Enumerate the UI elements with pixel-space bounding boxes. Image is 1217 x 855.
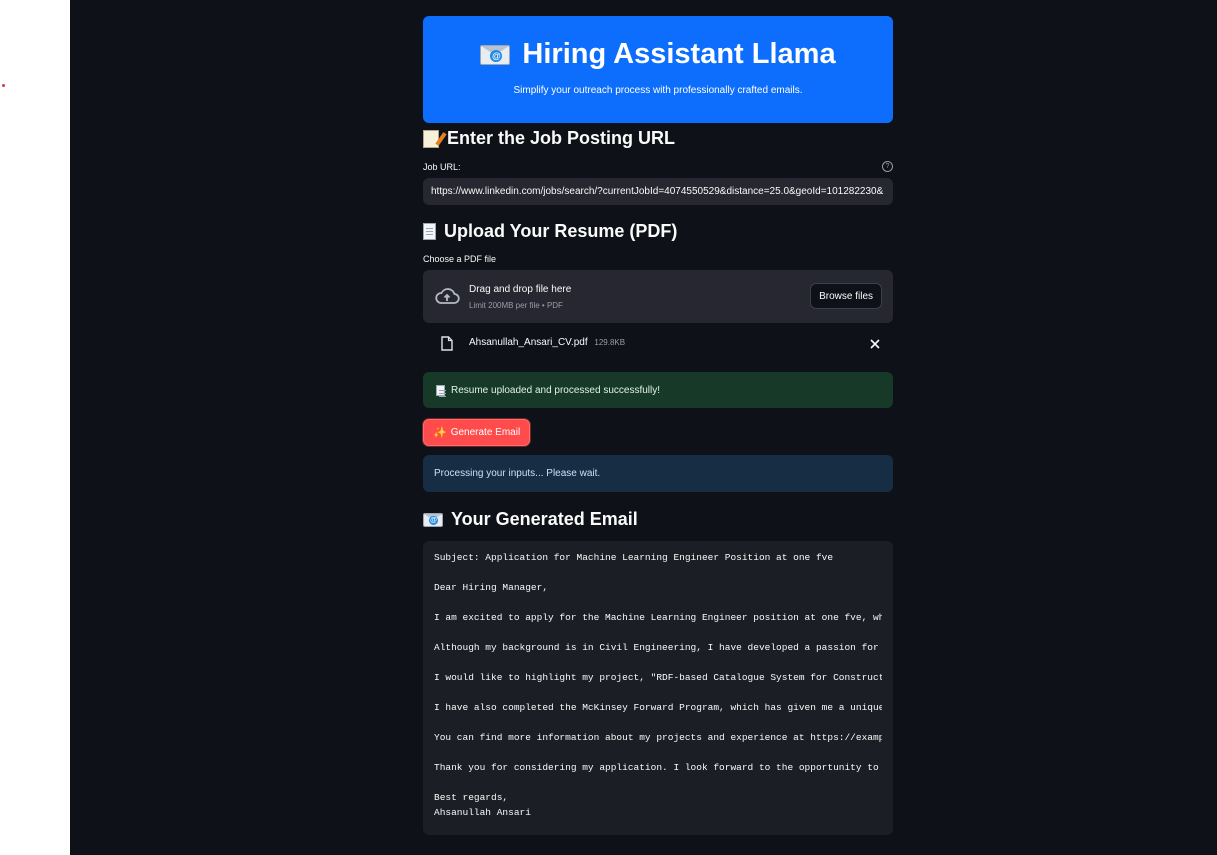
page-icon — [423, 223, 436, 240]
email-line — [434, 565, 882, 580]
email-line: Subject: Application for Machine Learnin… — [434, 552, 834, 563]
email-line: Although my background is in Civil Engin… — [434, 642, 882, 653]
email-line — [434, 625, 882, 640]
uploaded-file-row: Ahsanullah_Ansari_CV.pdf 129.8KB — [423, 323, 893, 363]
email-line: I am excited to apply for the Machine Le… — [434, 612, 882, 623]
email-line: Thank you for considering my application… — [434, 762, 882, 773]
resume-heading: Upload Your Resume (PDF) — [423, 221, 893, 242]
main-column: @ Hiring Assistant Llama Simplify your o… — [423, 16, 893, 835]
email-line: I have also completed the McKinsey Forwa… — [434, 702, 882, 713]
file-icon — [441, 336, 453, 351]
email-heading-text: Your Generated Email — [451, 509, 638, 529]
job-url-input[interactable]: https://www.linkedin.com/jobs/search/?cu… — [423, 178, 893, 205]
dropzone-title: Drag and drop file here — [469, 284, 572, 295]
uploaded-file-name: Ahsanullah_Ansari_CV.pdf — [469, 337, 588, 348]
email-line — [434, 655, 882, 670]
left-margin — [0, 0, 70, 855]
generate-email-button[interactable]: ✨ Generate Email — [423, 419, 531, 446]
info-message: Processing your inputs... Please wait. — [434, 468, 601, 479]
uploaded-file-size: 129.8KB — [594, 338, 626, 347]
email-line: Dear Hiring Manager, — [434, 582, 549, 593]
email-line — [434, 595, 882, 610]
success-message: Resume uploaded and processed successful… — [451, 384, 661, 396]
browse-files-button[interactable]: Browse files — [810, 283, 882, 309]
page-title-text: Hiring Assistant Llama — [522, 38, 836, 70]
envelope-icon: @ — [423, 512, 443, 527]
header-banner: @ Hiring Assistant Llama Simplify your o… — [423, 16, 893, 123]
page-title: @ Hiring Assistant Llama — [423, 38, 893, 71]
email-line: Best regards, — [434, 792, 509, 803]
page-subtitle: Simplify your outreach process with prof… — [513, 85, 803, 96]
cloud-upload-icon — [435, 288, 460, 304]
help-icon[interactable]: ? — [882, 161, 893, 172]
resume-label-row: Choose a PDF file — [423, 254, 893, 264]
resume-file-label: Choose a PDF file — [423, 254, 497, 264]
resume-heading-text: Upload Your Resume (PDF) — [444, 221, 678, 241]
close-icon[interactable] — [869, 338, 881, 350]
email-line: You can find more information about my p… — [434, 732, 882, 743]
sparkles-icon: ✨ — [433, 427, 447, 439]
job-url-heading: Enter the Job Posting URL — [423, 128, 893, 149]
dropzone-limit: Limit 200MB per file • PDF — [469, 301, 563, 310]
email-line: Ahsanullah Ansari — [434, 807, 531, 818]
generate-email-label: Generate Email — [450, 427, 521, 438]
email-line — [434, 715, 882, 730]
page-icon — [436, 384, 446, 396]
info-alert: Processing your inputs... Please wait. — [423, 455, 893, 492]
red-dot-marker — [2, 84, 5, 87]
email-line: I would like to highlight my project, "R… — [434, 672, 882, 683]
app-container: @ Hiring Assistant Llama Simplify your o… — [70, 0, 1217, 855]
email-heading: @ Your Generated Email — [423, 509, 893, 530]
file-dropzone[interactable]: Drag and drop file here Limit 200MB per … — [423, 270, 893, 323]
email-line — [434, 745, 882, 760]
generated-email-box: Subject: Application for Machine Learnin… — [423, 541, 893, 835]
email-line — [434, 775, 882, 790]
success-alert: Resume uploaded and processed successful… — [423, 372, 893, 408]
job-url-heading-text: Enter the Job Posting URL — [447, 128, 676, 148]
envelope-icon: @ — [480, 44, 511, 65]
uploaded-file-info: Ahsanullah_Ansari_CV.pdf 129.8KB — [469, 337, 625, 348]
dropzone-text: Drag and drop file here Limit 200MB per … — [469, 284, 571, 310]
job-url-label: Job URL: — [423, 161, 461, 172]
job-url-label-row: Job URL: ? — [423, 161, 893, 172]
email-line — [434, 685, 882, 700]
memo-icon — [423, 129, 447, 148]
